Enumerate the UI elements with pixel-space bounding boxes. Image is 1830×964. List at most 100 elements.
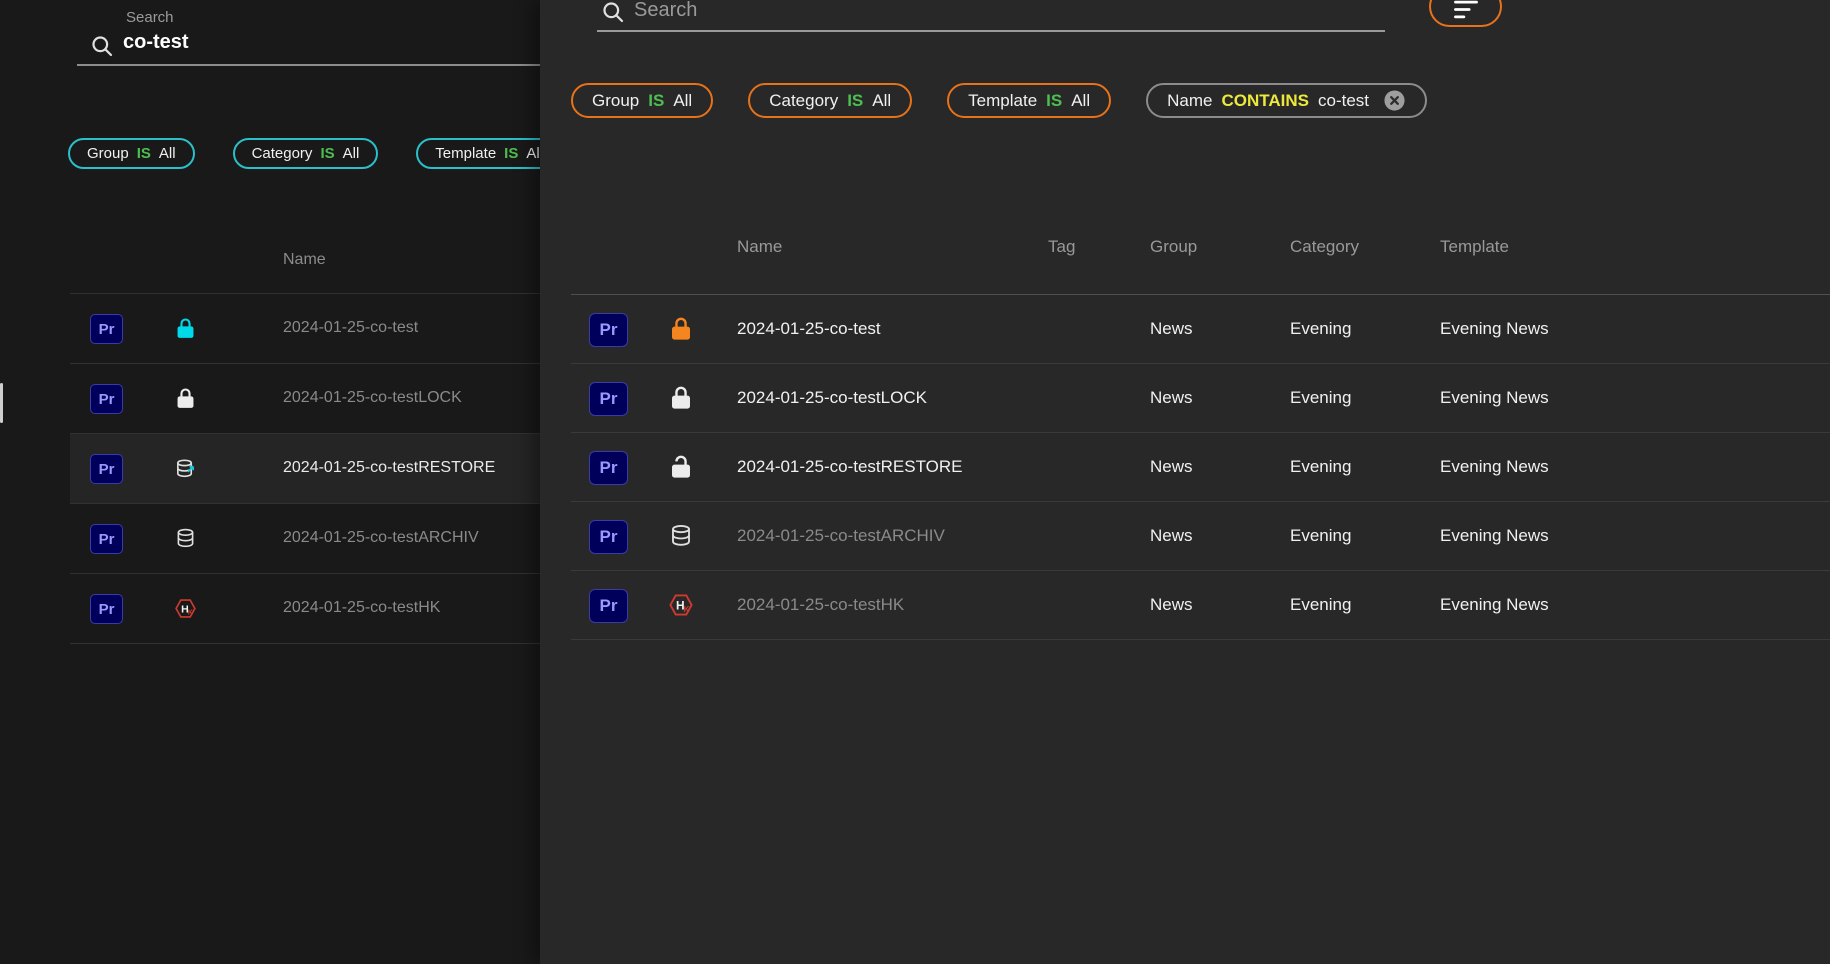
search-input[interactable] [121, 30, 465, 55]
asset-category: Evening [1290, 319, 1351, 339]
asset-template: Evening News [1440, 595, 1549, 615]
filter-field: Template [435, 145, 496, 162]
table-row[interactable]: Pr 2024-01-25-co-testLOCK News Evening E… [571, 364, 1830, 433]
table-row[interactable]: Pr 2024-01-25-co-testRESTORE News Evenin… [571, 433, 1830, 502]
column-header-category[interactable]: Category [1290, 237, 1359, 257]
column-header-name[interactable]: Name [283, 251, 326, 269]
column-header-template[interactable]: Template [1440, 237, 1509, 257]
filter-value: co-test [1318, 91, 1369, 111]
asset-name: 2024-01-25-co-testRESTORE [737, 457, 963, 477]
column-header-name[interactable]: Name [737, 237, 782, 257]
premiere-badge: Pr [90, 314, 123, 344]
filter-chip-row: Group IS All Category IS All Template IS… [68, 138, 540, 169]
asset-name: 2024-01-25-co-test [283, 319, 418, 337]
filter-value: All [872, 91, 891, 111]
lock-icon [174, 387, 197, 410]
table-row[interactable]: Pr 2024-01-25-co-testARCHIV [70, 504, 540, 574]
filter-field: Name [1167, 91, 1212, 111]
asset-name: 2024-01-25-co-testLOCK [283, 389, 462, 407]
filter-menu-button[interactable] [1429, 0, 1502, 27]
asset-table: Pr 2024-01-25-co-test News Evening Eveni… [571, 295, 1830, 640]
search-label: Search [126, 9, 174, 26]
archive-icon [668, 523, 694, 549]
table-row[interactable]: Pr HK 2024-01-25-co-testHK News Evening … [571, 571, 1830, 640]
asset-name: 2024-01-25-co-testLOCK [737, 388, 927, 408]
premiere-badge: Pr [589, 382, 628, 416]
restore-icon [174, 457, 197, 480]
premiere-badge: Pr [589, 520, 628, 554]
app-window: Search Group IS All Category IS All Temp… [0, 0, 1830, 964]
asset-category: Evening [1290, 457, 1351, 477]
filter-field: Group [592, 91, 639, 111]
search-input[interactable] [632, 0, 1276, 23]
filter-field: Group [87, 145, 129, 162]
filter-value: All [1071, 91, 1090, 111]
column-header-group[interactable]: Group [1150, 237, 1197, 257]
column-header-tag[interactable]: Tag [1048, 237, 1075, 257]
lock-icon [668, 316, 694, 342]
filter-chip-group[interactable]: Group IS All [571, 83, 713, 118]
search-underline [597, 30, 1385, 32]
filter-chip-row: Group IS All Category IS All Template IS… [571, 83, 1427, 118]
left-panel: Search Group IS All Category IS All Temp… [0, 0, 540, 964]
filter-chip-template[interactable]: Template IS All [416, 138, 540, 169]
lock-icon [174, 317, 197, 340]
table-row[interactable]: Pr 2024-01-25-co-testLOCK [70, 364, 540, 434]
filter-chip-name-contains[interactable]: Name CONTAINS co-test [1146, 83, 1427, 118]
filter-value: All [159, 145, 176, 162]
filter-value: All [343, 145, 360, 162]
premiere-badge: Pr [90, 384, 123, 414]
unlock-icon [668, 454, 694, 480]
premiere-badge: Pr [589, 589, 628, 623]
asset-template: Evening News [1440, 319, 1549, 339]
premiere-badge: Pr [589, 313, 628, 347]
asset-template: Evening News [1440, 457, 1549, 477]
filter-operator: IS [1046, 91, 1062, 111]
filter-operator: IS [847, 91, 863, 111]
asset-name: 2024-01-25-co-testRESTORE [283, 459, 495, 477]
svg-text:K: K [188, 609, 194, 617]
asset-group: News [1150, 526, 1193, 546]
table-row[interactable]: Pr HK 2024-01-25-co-testHK [70, 574, 540, 644]
asset-name: 2024-01-25-co-testHK [737, 595, 904, 615]
filter-operator: IS [320, 145, 334, 162]
asset-group: News [1150, 595, 1193, 615]
filter-chip-category[interactable]: Category IS All [233, 138, 379, 169]
asset-category: Evening [1290, 388, 1351, 408]
hk-icon: HK [174, 597, 197, 620]
table-row[interactable]: Pr 2024-01-25-co-testARCHIV News Evening… [571, 502, 1830, 571]
asset-table: Pr 2024-01-25-co-test Pr 2024-01-25-co-t… [70, 293, 540, 644]
asset-category: Evening [1290, 595, 1351, 615]
premiere-badge: Pr [90, 594, 123, 624]
hk-icon: HK [668, 592, 694, 618]
asset-name: 2024-01-25-co-test [737, 319, 881, 339]
right-panel: Group IS All Category IS All Template IS… [540, 0, 1830, 964]
filter-lines-icon [1453, 0, 1479, 19]
premiere-badge: Pr [90, 454, 123, 484]
filter-value: All [526, 145, 540, 162]
premiere-badge: Pr [589, 451, 628, 485]
filter-value: All [673, 91, 692, 111]
asset-name: 2024-01-25-co-testARCHIV [737, 526, 945, 546]
archive-icon [174, 527, 197, 550]
search-icon [601, 0, 625, 24]
asset-name: 2024-01-25-co-testHK [283, 599, 440, 617]
premiere-badge: Pr [90, 524, 123, 554]
table-row[interactable]: Pr 2024-01-25-co-test [70, 293, 540, 364]
filter-field: Template [968, 91, 1037, 111]
table-row[interactable]: Pr 2024-01-25-co-test News Evening Eveni… [571, 295, 1830, 364]
table-row-selected[interactable]: Pr 2024-01-25-co-testRESTORE [70, 434, 540, 504]
scrollbar-thumb[interactable] [0, 383, 3, 423]
filter-field: Category [769, 91, 838, 111]
asset-category: Evening [1290, 526, 1351, 546]
filter-field: Category [252, 145, 313, 162]
asset-group: News [1150, 319, 1193, 339]
remove-filter-icon[interactable] [1383, 89, 1406, 112]
filter-chip-category[interactable]: Category IS All [748, 83, 912, 118]
filter-operator: IS [648, 91, 664, 111]
filter-chip-template[interactable]: Template IS All [947, 83, 1111, 118]
asset-template: Evening News [1440, 388, 1549, 408]
filter-chip-group[interactable]: Group IS All [68, 138, 195, 169]
svg-text:K: K [684, 605, 690, 614]
search-icon [90, 34, 114, 58]
